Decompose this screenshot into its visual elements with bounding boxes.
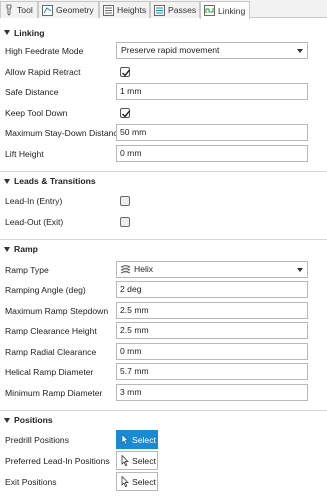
row-max-ramp-stepdown: Maximum Ramp Stepdown 2.5 mm	[0, 301, 327, 321]
section-title-linking: Linking	[14, 27, 45, 38]
section-header-positions[interactable]: Positions	[0, 410, 327, 429]
row-ramping-angle: Ramping Angle (deg) 2 deg	[0, 280, 327, 300]
dropdown-arrow-icon	[297, 49, 303, 53]
tab-linking[interactable]: Linking	[200, 1, 250, 19]
lead-out-label: Lead-Out (Exit)	[5, 217, 64, 227]
exit-positions-label: Exit Positions	[5, 477, 57, 487]
predrill-select-button[interactable]: Select	[116, 430, 158, 449]
linking-icon	[204, 5, 215, 16]
lift-height-label: Lift Height	[5, 149, 44, 159]
preferred-lead-in-select-button[interactable]: Select	[116, 451, 158, 470]
row-predrill-positions: Predrill Positions Select	[0, 430, 327, 450]
row-ramp-type: Ramp Type Helix	[0, 260, 327, 280]
allow-rapid-retract-checkbox[interactable]	[120, 67, 131, 77]
ramp-radial-clearance-label: Ramp Radial Clearance	[5, 347, 97, 357]
high-feedrate-mode-select[interactable]: Preserve rapid movement	[116, 42, 308, 59]
row-max-stay-down-distance: Maximum Stay-Down Distance 50 mm	[0, 123, 327, 143]
checkmark-icon	[122, 110, 131, 118]
tab-linking-label: Linking	[218, 5, 246, 16]
exit-select-label: Select	[132, 476, 156, 487]
ramping-angle-label: Ramping Angle (deg)	[5, 285, 86, 295]
preferred-lead-in-positions-label: Preferred Lead-In Positions	[5, 456, 110, 466]
helical-ramp-diameter-input[interactable]: 5.7 mm	[116, 363, 308, 380]
section-header-ramp[interactable]: Ramp	[0, 239, 327, 258]
predrill-positions-label: Predrill Positions	[5, 435, 69, 445]
tab-passes[interactable]: Passes	[150, 1, 200, 18]
row-high-feedrate-mode: High Feedrate Mode Preserve rapid moveme…	[0, 41, 327, 61]
section-header-leads[interactable]: Leads & Transitions	[0, 171, 327, 190]
ramp-type-value: Helix	[134, 264, 154, 274]
max-ramp-stepdown-input[interactable]: 2.5 mm	[116, 302, 308, 319]
predrill-select-label: Select	[132, 434, 156, 445]
ramp-type-select[interactable]: Helix	[116, 261, 308, 278]
tab-bar: Tool Geometry Heights Passes Linking	[0, 0, 327, 19]
section-header-linking[interactable]: Linking	[0, 23, 327, 42]
collapse-triangle-icon	[4, 417, 10, 423]
tab-tool[interactable]: Tool	[0, 1, 38, 18]
lead-in-label: Lead-In (Entry)	[5, 196, 63, 206]
helix-icon	[120, 265, 131, 274]
ramp-type-label: Ramp Type	[5, 265, 49, 275]
row-min-ramp-diameter: Minimum Ramp Diameter 3 mm	[0, 383, 327, 403]
high-feedrate-mode-value: Preserve rapid movement	[121, 45, 220, 55]
row-helical-ramp-diameter: Helical Ramp Diameter 5.7 mm	[0, 362, 327, 382]
tab-geometry[interactable]: Geometry	[38, 1, 99, 18]
row-allow-rapid-retract: Allow Rapid Retract	[0, 62, 327, 82]
heights-icon	[103, 4, 114, 16]
tab-passes-label: Passes	[168, 5, 197, 15]
passes-icon	[154, 4, 165, 16]
collapse-triangle-icon	[4, 30, 10, 35]
section-title-positions: Positions	[14, 415, 53, 425]
keep-tool-down-checkbox[interactable]	[120, 108, 131, 118]
tab-heights-label: Heights	[117, 5, 147, 15]
ramp-clearance-height-label: Ramp Clearance Height	[5, 326, 97, 336]
row-ramp-radial-clearance: Ramp Radial Clearance 0 mm	[0, 342, 327, 362]
min-ramp-diameter-input[interactable]: 3 mm	[116, 384, 308, 401]
row-safe-distance: Safe Distance 1 mm	[0, 82, 327, 102]
keep-tool-down-label: Keep Tool Down	[5, 108, 68, 118]
lead-in-checkbox[interactable]	[120, 196, 130, 206]
preferred-lead-in-select-label: Select	[132, 455, 156, 466]
row-exit-positions: Exit Positions Select	[0, 472, 327, 492]
cursor-arrow-icon	[121, 476, 129, 487]
helical-ramp-diameter-label: Helical Ramp Diameter	[5, 367, 94, 377]
section-title-leads: Leads & Transitions	[14, 176, 96, 186]
ramping-angle-input[interactable]: 2 deg	[116, 281, 308, 298]
safe-distance-input[interactable]: 1 mm	[116, 83, 308, 100]
section-title-ramp: Ramp	[14, 244, 38, 254]
row-keep-tool-down: Keep Tool Down	[0, 103, 327, 123]
tab-geometry-label: Geometry	[56, 5, 94, 15]
tab-tool-label: Tool	[17, 5, 33, 15]
max-ramp-stepdown-label: Maximum Ramp Stepdown	[5, 306, 109, 316]
high-feedrate-mode-label: High Feedrate Mode	[5, 46, 84, 56]
lift-height-input[interactable]: 0 mm	[116, 145, 308, 162]
cursor-arrow-icon	[121, 455, 129, 466]
safe-distance-label: Safe Distance	[5, 87, 59, 97]
tab-heights[interactable]: Heights	[99, 1, 150, 18]
row-lead-out: Lead-Out (Exit)	[0, 212, 327, 232]
min-ramp-diameter-label: Minimum Ramp Diameter	[5, 388, 103, 398]
ramp-radial-clearance-input[interactable]: 0 mm	[116, 343, 308, 360]
row-lift-height: Lift Height 0 mm	[0, 144, 327, 164]
collapse-triangle-icon	[4, 246, 10, 252]
row-lead-in: Lead-In (Entry)	[0, 191, 327, 211]
max-stay-down-distance-label: Maximum Stay-Down Distance	[5, 128, 123, 138]
ramp-clearance-height-input[interactable]: 2.5 mm	[116, 322, 308, 339]
row-ramp-clearance-height: Ramp Clearance Height 2.5 mm	[0, 321, 327, 341]
checkmark-icon	[122, 69, 131, 77]
dropdown-arrow-icon	[297, 268, 303, 272]
allow-rapid-retract-label: Allow Rapid Retract	[5, 67, 81, 77]
max-stay-down-distance-input[interactable]: 50 mm	[116, 124, 308, 141]
tool-icon	[6, 4, 12, 16]
row-preferred-lead-in-positions: Preferred Lead-In Positions Select	[0, 451, 327, 471]
geometry-icon	[42, 4, 53, 16]
lead-out-checkbox[interactable]	[120, 217, 130, 227]
collapse-triangle-icon	[4, 178, 10, 184]
cursor-arrow-icon	[121, 434, 129, 445]
exit-select-button[interactable]: Select	[116, 472, 158, 491]
